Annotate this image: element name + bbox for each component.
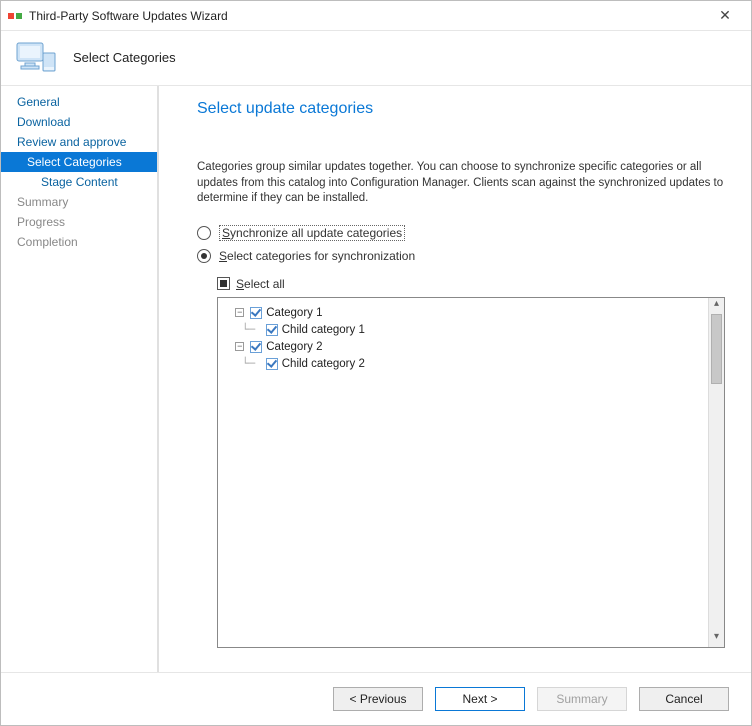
tree-scrollbar[interactable]: ▴ ▾ <box>708 298 724 647</box>
sidebar-item-review-approve[interactable]: Review and approve <box>1 132 157 152</box>
radio-sync-all-label: Synchronize all update categories <box>219 225 405 241</box>
wizard-main: Select update categories Categories grou… <box>159 86 751 672</box>
sidebar-item-progress: Progress <box>1 212 157 232</box>
scroll-down-icon[interactable]: ▾ <box>709 631 724 647</box>
category-tree-container: − Category 1 └─ Child category 1 − Categ… <box>217 297 725 648</box>
radio-sync-all[interactable]: Synchronize all update categories <box>197 225 725 241</box>
tree-node-category-2[interactable]: − Category 2 <box>222 339 704 355</box>
sidebar-item-download[interactable]: Download <box>1 112 157 132</box>
scroll-thumb[interactable] <box>711 314 722 384</box>
next-button[interactable]: Next > <box>435 687 525 711</box>
tree-node-category-1[interactable]: − Category 1 <box>222 305 704 321</box>
page-title: Select update categories <box>197 100 725 118</box>
page-description: Categories group similar updates togethe… <box>197 160 725 207</box>
sidebar-item-completion: Completion <box>1 232 157 252</box>
checkbox-select-all-label: Select all <box>236 277 285 291</box>
checkbox-select-all-box <box>217 277 230 290</box>
tree-node-label: Category 1 <box>266 307 322 319</box>
radio-sync-selected[interactable]: Select categories for synchronization <box>197 249 725 263</box>
scroll-up-icon[interactable]: ▴ <box>709 298 724 314</box>
tree-checkbox[interactable] <box>266 324 278 336</box>
sidebar-item-select-categories[interactable]: Select Categories <box>1 152 157 172</box>
tree-node-label: Child category 2 <box>282 358 365 370</box>
tree-node-child-category-2[interactable]: └─ Child category 2 <box>222 356 704 372</box>
expander-icon[interactable]: − <box>235 308 244 317</box>
wizard-sidebar: General Download Review and approve Sele… <box>1 86 159 672</box>
titlebar: Third-Party Software Updates Wizard ✕ <box>1 1 751 31</box>
expander-icon[interactable]: − <box>235 342 244 351</box>
tree-node-child-category-1[interactable]: └─ Child category 1 <box>222 322 704 338</box>
radio-sync-selected-label: Select categories for synchronization <box>219 249 415 263</box>
window-sys-icon <box>7 8 23 24</box>
tree-checkbox[interactable] <box>250 307 262 319</box>
sidebar-item-stage-content[interactable]: Stage Content <box>1 172 157 192</box>
wizard-header-icon <box>15 37 59 77</box>
tree-node-label: Category 2 <box>266 341 322 353</box>
sidebar-item-general[interactable]: General <box>1 92 157 112</box>
checkbox-select-all[interactable]: Select all <box>217 277 725 291</box>
wizard-body: General Download Review and approve Sele… <box>1 85 751 672</box>
summary-button: Summary <box>537 687 627 711</box>
wizard-header-subtitle: Select Categories <box>73 50 176 65</box>
cancel-button[interactable]: Cancel <box>639 687 729 711</box>
close-button[interactable]: ✕ <box>705 7 745 24</box>
wizard-footer: < Previous Next > Summary Cancel <box>1 672 751 725</box>
sidebar-item-summary: Summary <box>1 192 157 212</box>
window-title: Third-Party Software Updates Wizard <box>29 9 705 23</box>
tree-checkbox[interactable] <box>250 341 262 353</box>
tree-node-label: Child category 1 <box>282 324 365 336</box>
radio-sync-selected-indicator <box>197 249 211 263</box>
tree-checkbox[interactable] <box>266 358 278 370</box>
category-tree[interactable]: − Category 1 └─ Child category 1 − Categ… <box>218 298 708 647</box>
radio-sync-all-indicator <box>197 226 211 240</box>
previous-button[interactable]: < Previous <box>333 687 423 711</box>
wizard-header: Select Categories <box>1 31 751 85</box>
